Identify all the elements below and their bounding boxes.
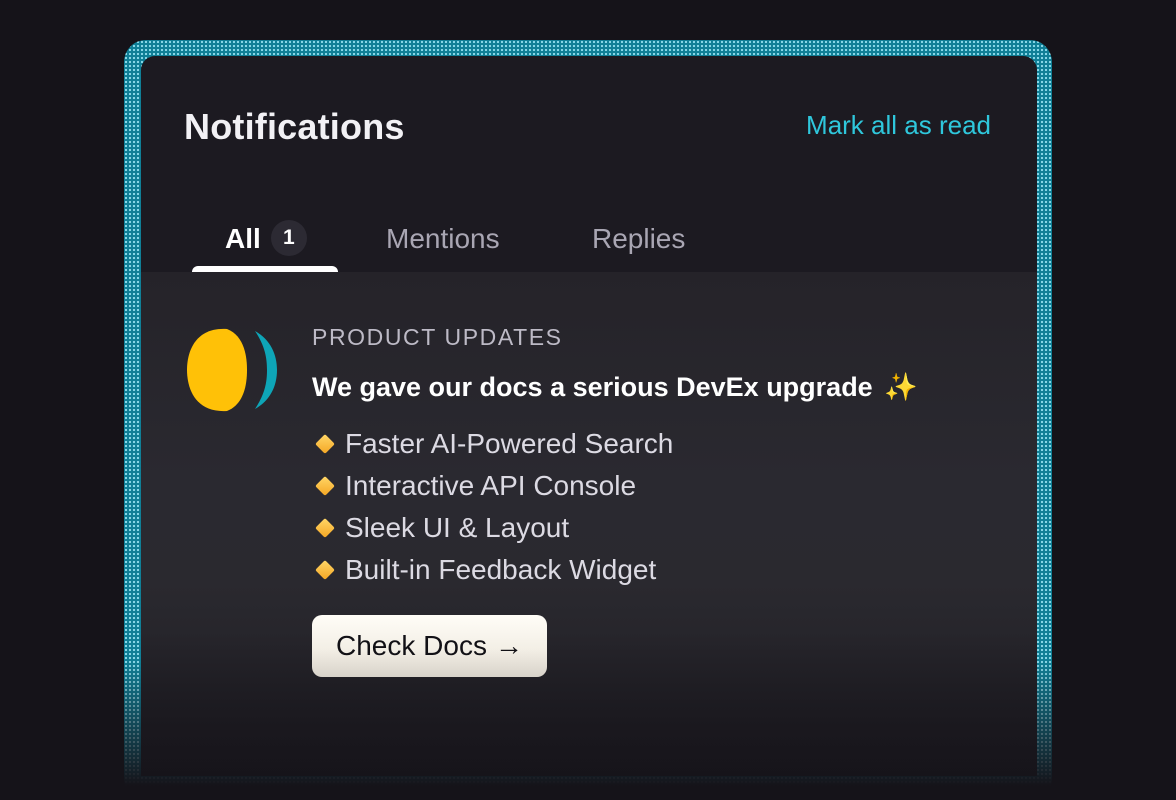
tab-label: Mentions (386, 223, 500, 254)
arrow-right-icon: → (494, 630, 523, 661)
diamond-icon (315, 518, 335, 538)
feature-label: Faster AI-Powered Search (345, 428, 674, 459)
mark-all-read-button[interactable]: Mark all as read (806, 110, 991, 141)
sparkles-icon: ✨ (884, 372, 918, 402)
feature-label: Sleek UI & Layout (345, 512, 570, 543)
notifications-panel: Notifications Mark all as read All 1 Men… (141, 56, 1037, 776)
list-item: Built-in Feedback Widget (312, 549, 992, 591)
tab-bar: All 1 Mentions Replies (192, 206, 685, 272)
cta-label: Check Docs (336, 630, 487, 661)
page-title: Notifications (184, 106, 405, 147)
tab-all[interactable]: All 1 (192, 206, 338, 272)
check-docs-button[interactable]: Check Docs → (312, 615, 547, 677)
notification-category: PRODUCT UPDATES (312, 324, 563, 350)
feature-label: Built-in Feedback Widget (345, 554, 657, 585)
tab-mentions[interactable]: Mentions (338, 206, 592, 272)
notification-item[interactable]: PRODUCT UPDATES We gave our docs a serio… (141, 272, 1037, 776)
list-item: Faster AI-Powered Search (312, 423, 992, 465)
list-item: Sleek UI & Layout (312, 507, 992, 549)
notification-body: PRODUCT UPDATES We gave our docs a serio… (312, 324, 992, 677)
feature-label: Interactive API Console (345, 470, 637, 501)
unread-count-badge: 1 (270, 220, 307, 256)
feature-list: Faster AI-Powered Search Interactive API… (312, 423, 992, 591)
panel-header: Notifications Mark all as read All 1 Men… (141, 56, 1037, 272)
tab-label: All (225, 223, 261, 254)
diamond-icon (315, 476, 335, 496)
brand-logo-icon (187, 328, 277, 412)
diamond-icon (315, 560, 335, 580)
tab-replies[interactable]: Replies (592, 206, 685, 272)
tab-label: Replies (592, 223, 686, 254)
notification-headline: We gave our docs a serious DevEx upgrade… (312, 371, 992, 403)
diamond-icon (315, 434, 335, 454)
headline-text: We gave our docs a serious DevEx upgrade (312, 372, 873, 402)
list-item: Interactive API Console (312, 465, 992, 507)
